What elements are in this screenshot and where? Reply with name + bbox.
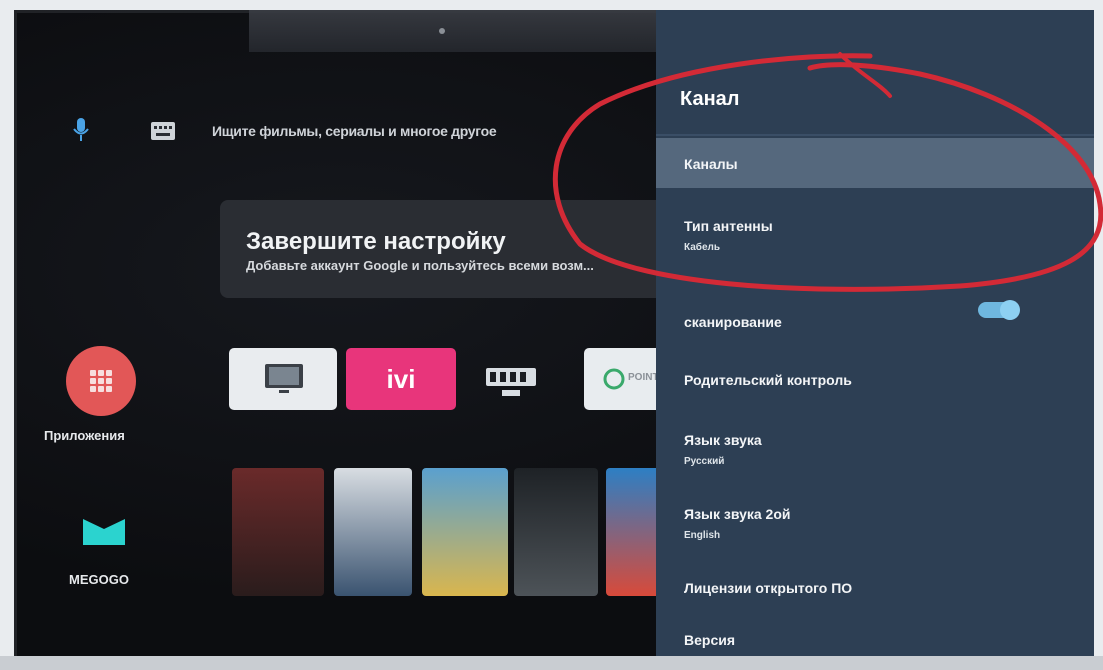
menu-item-value: English [684, 530, 721, 541]
menu-item-channels[interactable]: Каналы [656, 138, 1094, 188]
poster-1[interactable] [232, 468, 324, 596]
search-input[interactable]: Ищите фильмы, сериалы и многое другое [212, 123, 497, 139]
film-strip-icon [486, 368, 536, 396]
menu-item-audio-language[interactable]: Язык звука Русский [656, 430, 1094, 480]
poster-4[interactable] [514, 468, 598, 596]
apps-label: Приложения [44, 428, 125, 443]
menu-item-audio-language-2[interactable]: Язык звука 2ой English [656, 504, 1094, 554]
camera-dot [439, 28, 445, 34]
menu-item-open-source-licenses[interactable]: Лицензии открытого ПО [656, 576, 1094, 612]
menu-item-label: сканирование [684, 314, 782, 330]
menu-item-label: Лицензии открытого ПО [684, 580, 853, 596]
setup-subtitle: Добавьте аккаунт Google и пользуйтесь вс… [246, 258, 594, 273]
menu-item-parental-control[interactable]: Родительский контроль [656, 366, 1094, 406]
apps-button[interactable] [66, 346, 136, 416]
cinema-app-tile[interactable] [472, 348, 550, 410]
setup-card[interactable]: Завершите настройку Добавьте аккаунт Goo… [220, 200, 690, 298]
menu-item-value: Кабель [684, 242, 721, 253]
toggle-knob [1000, 300, 1020, 320]
tv-icon [265, 364, 303, 393]
menu-item-antenna-type[interactable]: Тип антенны Кабель [656, 210, 1094, 266]
poster-2[interactable] [334, 468, 412, 596]
tv-bottom-bezel [0, 656, 1103, 670]
screen-glare [249, 10, 679, 52]
megogo-icon[interactable] [81, 515, 127, 547]
menu-item-label: Язык звука [684, 432, 762, 448]
ivi-app-tile[interactable]: ivi [346, 348, 456, 410]
menu-item-label: Родительский контроль [684, 372, 852, 388]
setup-title: Завершите настройку [246, 228, 506, 255]
channel-settings-panel: Канал Каналы Тип антенны Кабель сканиров… [656, 10, 1094, 660]
apps-grid-icon [90, 370, 112, 392]
tv-app-tile[interactable] [229, 348, 337, 410]
menu-item-value: Русский [684, 456, 725, 467]
panel-title: Канал [680, 88, 740, 110]
menu-item-label: Версия [684, 632, 736, 648]
menu-item-label: Каналы [684, 156, 738, 172]
point-label: POINT [628, 372, 659, 383]
microphone-icon[interactable] [72, 118, 90, 144]
megogo-label: MEGOGO [69, 572, 129, 587]
keyboard-icon[interactable] [151, 122, 175, 140]
menu-item-label: Язык звука 2ой [684, 506, 791, 522]
menu-item-auto-scan[interactable]: сканирование [656, 300, 1094, 340]
panel-divider [656, 134, 1094, 136]
menu-item-label: Тип антенны [684, 218, 773, 234]
auto-scan-toggle[interactable] [978, 300, 1020, 320]
poster-3[interactable] [422, 468, 508, 596]
